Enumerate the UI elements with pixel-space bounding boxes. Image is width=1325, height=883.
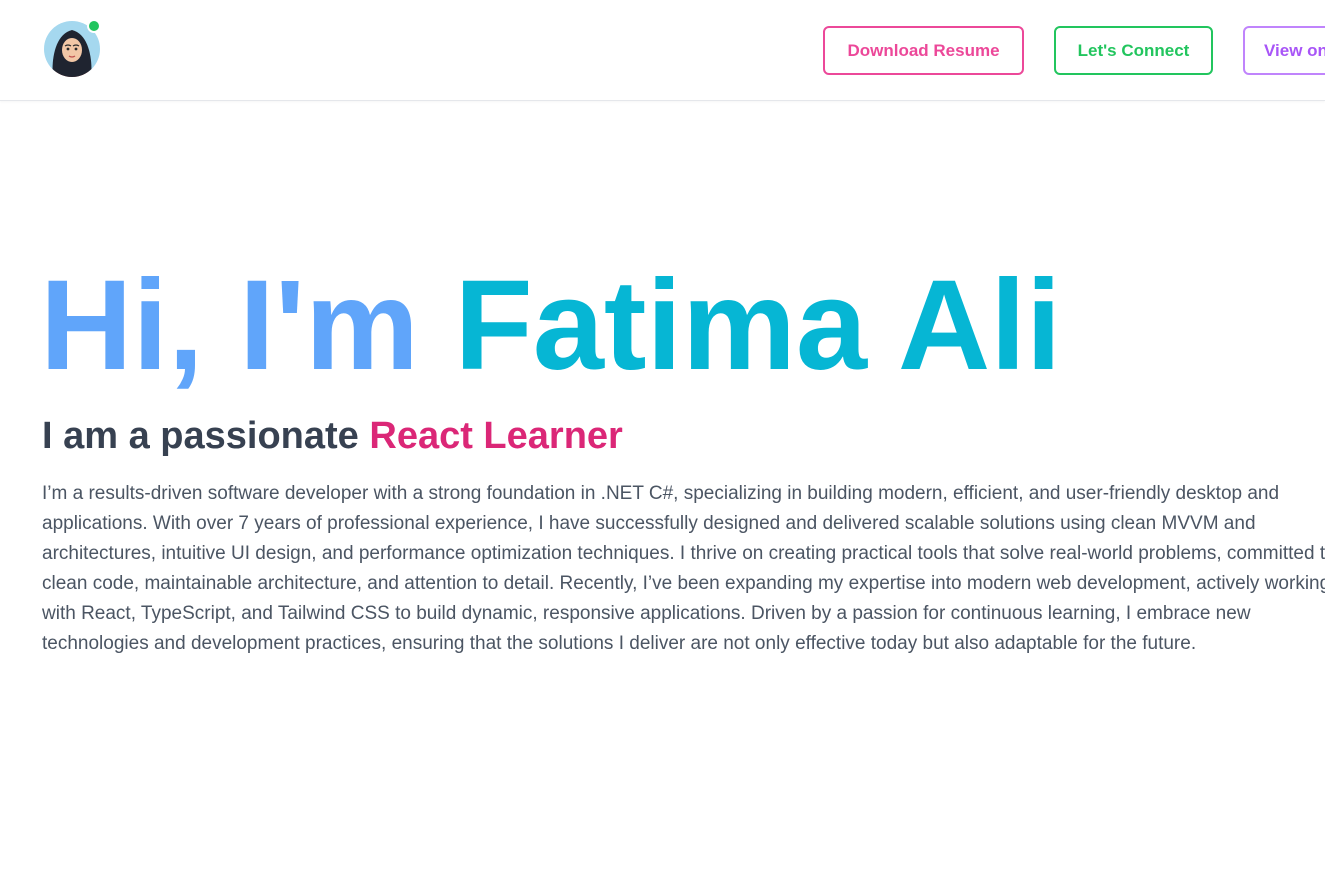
- view-on-button[interactable]: View on: [1243, 26, 1325, 75]
- bio-line: with React, TypeScript, and Tailwind CSS…: [42, 603, 1251, 624]
- subtitle-prefix: I am a passionate: [42, 415, 359, 457]
- name-text: Fatima Ali: [454, 254, 1062, 397]
- bio-line: I’m a results-driven software developer …: [42, 483, 1280, 504]
- online-status-dot: [87, 19, 101, 33]
- lets-connect-button[interactable]: Let's Connect: [1054, 26, 1213, 75]
- bio-line: clean code, maintainable architecture, a…: [42, 573, 1325, 594]
- download-resume-button[interactable]: Download Resume: [823, 26, 1024, 75]
- greeting-text: Hi, I'm: [40, 254, 419, 397]
- bio-paragraph: I’m a results-driven software developer …: [42, 479, 1325, 659]
- hero-subtitle: I am a passionate React Learner: [42, 412, 623, 460]
- bio-line: applications. With over 7 years of profe…: [42, 513, 1256, 534]
- hero-title: Hi, I'm Fatima Ali: [40, 262, 1061, 390]
- bio-line: technologies and development practices, …: [42, 633, 1197, 654]
- header: Download Resume Let's Connect View on: [0, 0, 1325, 101]
- role-text: React Learner: [369, 415, 623, 457]
- bio-line: architectures, intuitive UI design, and …: [42, 543, 1325, 564]
